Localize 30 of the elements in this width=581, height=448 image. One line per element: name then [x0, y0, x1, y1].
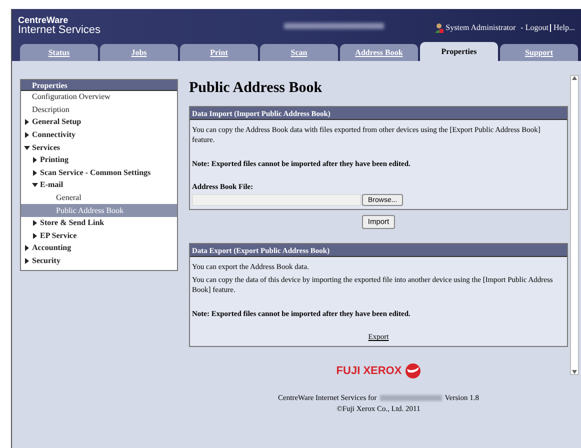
nav-item[interactable]: Store & Send Link	[21, 216, 177, 230]
nav-item[interactable]: Accounting	[21, 242, 177, 255]
scroll-up-icon[interactable]	[572, 76, 577, 80]
sidebar-title: Properties	[21, 80, 177, 91]
page-title: Public Address Book	[189, 79, 324, 98]
nav-item[interactable]: Configuration Overview	[21, 91, 177, 104]
nav-item[interactable]: General Setup	[21, 116, 177, 129]
brand-logo-text: FUJI XEROX	[336, 364, 402, 378]
nav-item[interactable]: Services	[21, 141, 177, 154]
logo-text: CentreWare	[18, 16, 70, 25]
nav-item[interactable]: E-mail	[21, 179, 177, 192]
nav-item[interactable]: Connectivity	[21, 128, 177, 142]
nav-tab[interactable]: Properties	[420, 42, 498, 61]
expanded-triangle-icon	[32, 182, 38, 188]
nav-item[interactable]: Security	[21, 254, 177, 268]
redacted-device-name	[380, 394, 442, 401]
expanded-triangle-icon	[24, 144, 30, 151]
user-name: System Administrator	[446, 22, 516, 34]
nav-item[interactable]: General	[21, 192, 177, 204]
nav-item[interactable]: EP Service	[21, 230, 177, 242]
nav-item[interactable]: Printing	[21, 154, 177, 167]
help-link[interactable]: Help...	[553, 22, 575, 34]
logout-link[interactable]: - Logout	[520, 22, 548, 34]
file-path-field[interactable]	[192, 194, 361, 206]
user-icon	[434, 23, 444, 33]
nav-item[interactable]: Scan Service - Common Settings	[21, 166, 177, 180]
sphere-logo-icon	[404, 362, 421, 379]
logo-text: Internet Services	[18, 25, 101, 36]
scroll-down-icon[interactable]	[572, 370, 577, 374]
nav-item[interactable]: Description	[21, 104, 177, 116]
